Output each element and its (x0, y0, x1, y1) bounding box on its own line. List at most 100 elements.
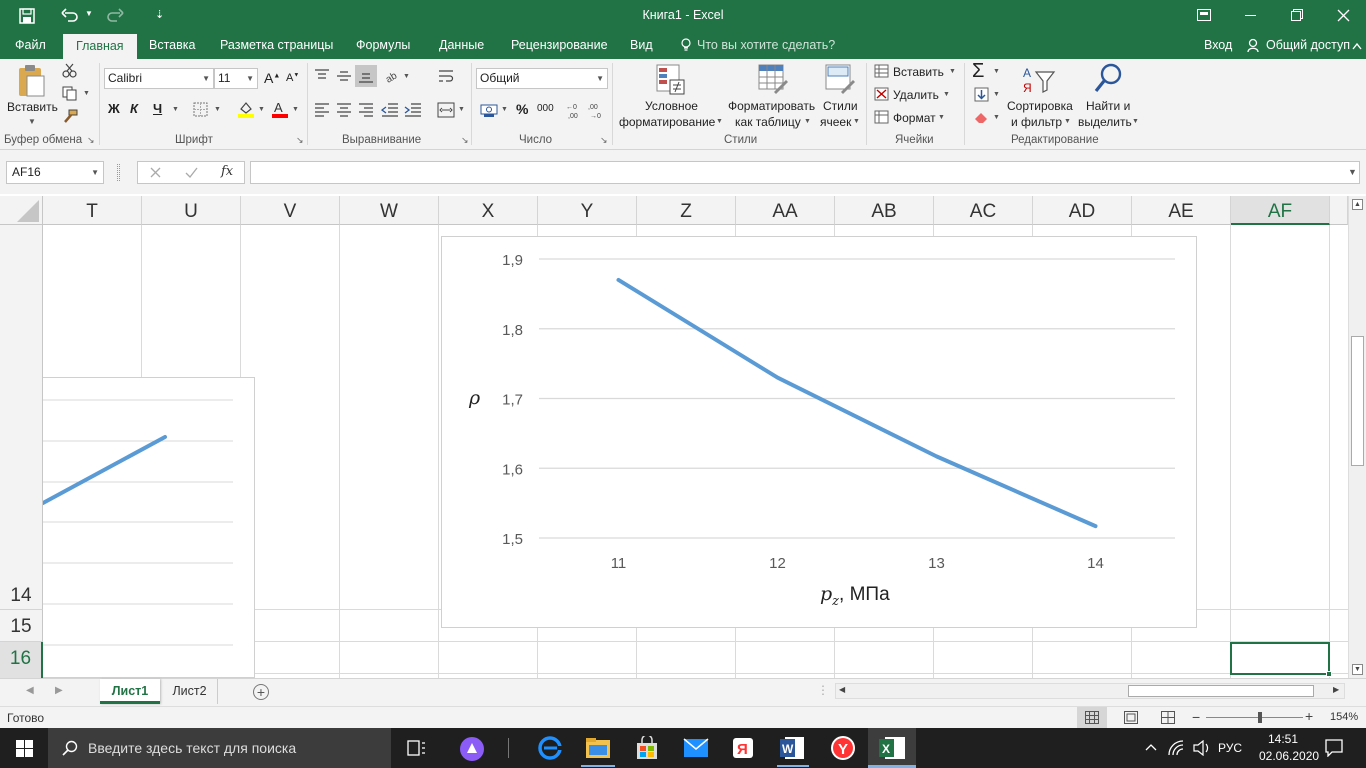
borders-icon[interactable] (193, 102, 208, 117)
sort-filter-label-1[interactable]: Сортировка (1007, 99, 1073, 113)
find-select-label-1[interactable]: Найти и (1086, 99, 1130, 113)
align-top-icon[interactable] (314, 69, 330, 83)
insert-dropdown-icon[interactable]: ▼ (949, 68, 956, 75)
zoom-in-button[interactable]: + (1305, 708, 1313, 724)
delete-dropdown-icon[interactable]: ▼ (943, 91, 950, 98)
increase-font-icon[interactable]: A▲ (264, 70, 280, 86)
font-color-dropdown-icon[interactable]: ▼ (292, 106, 299, 113)
fill-handle[interactable] (1326, 671, 1332, 677)
alignment-launcher-icon[interactable]: ↘ (461, 135, 469, 146)
clipboard-launcher-icon[interactable]: ↘ (87, 135, 95, 146)
conditional-formatting-label-2[interactable]: форматирование (619, 115, 715, 129)
format-as-table-label-2[interactable]: как таблицу (735, 115, 801, 129)
column-header-V[interactable]: V (241, 196, 340, 225)
partial-chart[interactable] (43, 377, 255, 678)
search-icon[interactable] (1094, 63, 1124, 95)
page-break-icon[interactable] (1161, 711, 1175, 724)
expand-formula-icon[interactable]: ▼ (1348, 167, 1357, 177)
zoom-out-button[interactable]: − (1192, 709, 1200, 725)
orientation-dropdown-icon[interactable]: ▼ (403, 73, 410, 80)
format-as-table-icon[interactable] (758, 64, 788, 96)
merge-dropdown-icon[interactable]: ▼ (458, 106, 465, 113)
undo-dropdown-icon[interactable]: ▼ (85, 9, 93, 18)
fill-icon[interactable] (974, 87, 989, 102)
decrease-font-icon[interactable]: A▼ (286, 72, 299, 84)
paste-label[interactable]: Вставить (7, 100, 58, 114)
column-header-W[interactable]: W (340, 196, 439, 225)
vertical-scrollbar[interactable]: ▲ ▼ (1348, 196, 1366, 678)
borders-dropdown-icon[interactable]: ▼ (214, 106, 221, 113)
zoom-level[interactable]: 154% (1330, 711, 1358, 723)
volume-icon[interactable] (1193, 740, 1211, 756)
windows-start-icon[interactable] (16, 740, 33, 757)
find-dropdown-icon[interactable]: ▼ (1132, 118, 1139, 125)
fill-color-dropdown-icon[interactable]: ▼ (258, 106, 265, 113)
restore-button[interactable] (1291, 9, 1303, 21)
mail-icon[interactable] (683, 738, 709, 758)
decrease-decimal-icon[interactable]: ,00→0 (588, 101, 606, 119)
currency-icon[interactable] (480, 102, 498, 118)
fill-color-icon[interactable] (237, 100, 255, 118)
cell-styles-icon[interactable] (825, 64, 855, 96)
column-header-AC[interactable]: AC (934, 196, 1033, 225)
minimize-button[interactable] (1245, 15, 1256, 16)
underline-dropdown-icon[interactable]: ▼ (172, 106, 179, 113)
edge-browser-icon[interactable] (538, 736, 562, 760)
clock-time[interactable]: 14:51 (1268, 732, 1298, 746)
align-middle-icon[interactable] (336, 69, 352, 83)
store-icon[interactable] (635, 736, 659, 760)
conditional-formatting-icon[interactable] (656, 64, 686, 96)
column-header-AF[interactable]: AF (1231, 196, 1330, 225)
font-name-combo[interactable]: Calibri ▼ (104, 68, 214, 89)
increase-indent-icon[interactable] (404, 103, 422, 117)
tab-formulas[interactable]: Формулы (356, 32, 410, 59)
customize-qat-icon[interactable]: ⇣ (155, 8, 164, 21)
column-header-U[interactable]: U (142, 196, 241, 225)
new-sheet-button[interactable]: + (253, 684, 269, 700)
delete-cells-label[interactable]: Удалить (893, 88, 939, 102)
scroll-down-button[interactable]: ▼ (1352, 664, 1363, 675)
horizontal-scrollbar[interactable]: ◀ ▶ (835, 683, 1345, 699)
chevron-up-icon[interactable] (1145, 742, 1157, 752)
formula-input[interactable] (250, 161, 1360, 184)
copy-icon[interactable] (62, 86, 77, 101)
conditional-dropdown-icon[interactable]: ▼ (716, 118, 723, 125)
insert-cells-label[interactable]: Вставить (893, 65, 944, 79)
row-header-15[interactable]: 15 (0, 610, 43, 642)
autosum-dropdown-icon[interactable]: ▼ (993, 68, 1000, 75)
chart-area[interactable]: 1,5 1,6 1,7 1,8 1,9 11 12 13 14 ρ pz, МПа (441, 236, 1197, 628)
undo-icon[interactable] (60, 7, 80, 25)
column-header-AD[interactable]: AD (1033, 196, 1132, 225)
font-launcher-icon[interactable]: ↘ (296, 135, 304, 146)
share-button[interactable]: Общий доступ (1266, 32, 1350, 59)
cancel-formula-icon[interactable] (150, 167, 161, 178)
autosum-icon[interactable]: Σ (972, 60, 984, 83)
fill-dropdown-icon[interactable]: ▼ (993, 91, 1000, 98)
underline-button[interactable]: Ч (153, 101, 162, 116)
tab-home[interactable]: Главная (63, 34, 137, 59)
scroll-thumb[interactable] (1351, 336, 1364, 466)
row-header-14[interactable]: 14 (0, 578, 43, 610)
column-header-T[interactable]: T (43, 196, 142, 225)
currency-dropdown-icon[interactable]: ▼ (501, 106, 508, 113)
sign-in-link[interactable]: Вход (1204, 32, 1232, 59)
page-layout-icon[interactable] (1124, 711, 1138, 724)
tab-splitter-icon[interactable]: ⋮ (817, 683, 829, 697)
tab-data[interactable]: Данные (439, 32, 484, 59)
formula-bar-splitter[interactable] (117, 164, 120, 181)
delete-cells-icon[interactable] (874, 87, 889, 101)
insert-function-icon[interactable]: fx (221, 164, 233, 179)
wrap-text-icon[interactable] (438, 68, 454, 84)
number-format-combo[interactable]: Общий ▼ (476, 68, 608, 89)
format-painter-icon[interactable] (62, 109, 78, 125)
column-header-AB[interactable]: AB (835, 196, 934, 225)
paste-icon[interactable] (17, 64, 47, 98)
yandex-icon[interactable]: Y (830, 735, 856, 761)
column-header-Y[interactable]: Y (538, 196, 637, 225)
clock-date[interactable]: 02.06.2020 (1259, 749, 1319, 763)
task-view-icon[interactable] (407, 739, 427, 757)
column-header-AE[interactable]: AE (1132, 196, 1231, 225)
font-size-combo[interactable]: 11 ▼ (214, 68, 258, 89)
format-cells-icon[interactable] (874, 110, 889, 124)
tell-me-input[interactable]: Что вы хотите сделать? (697, 32, 835, 59)
